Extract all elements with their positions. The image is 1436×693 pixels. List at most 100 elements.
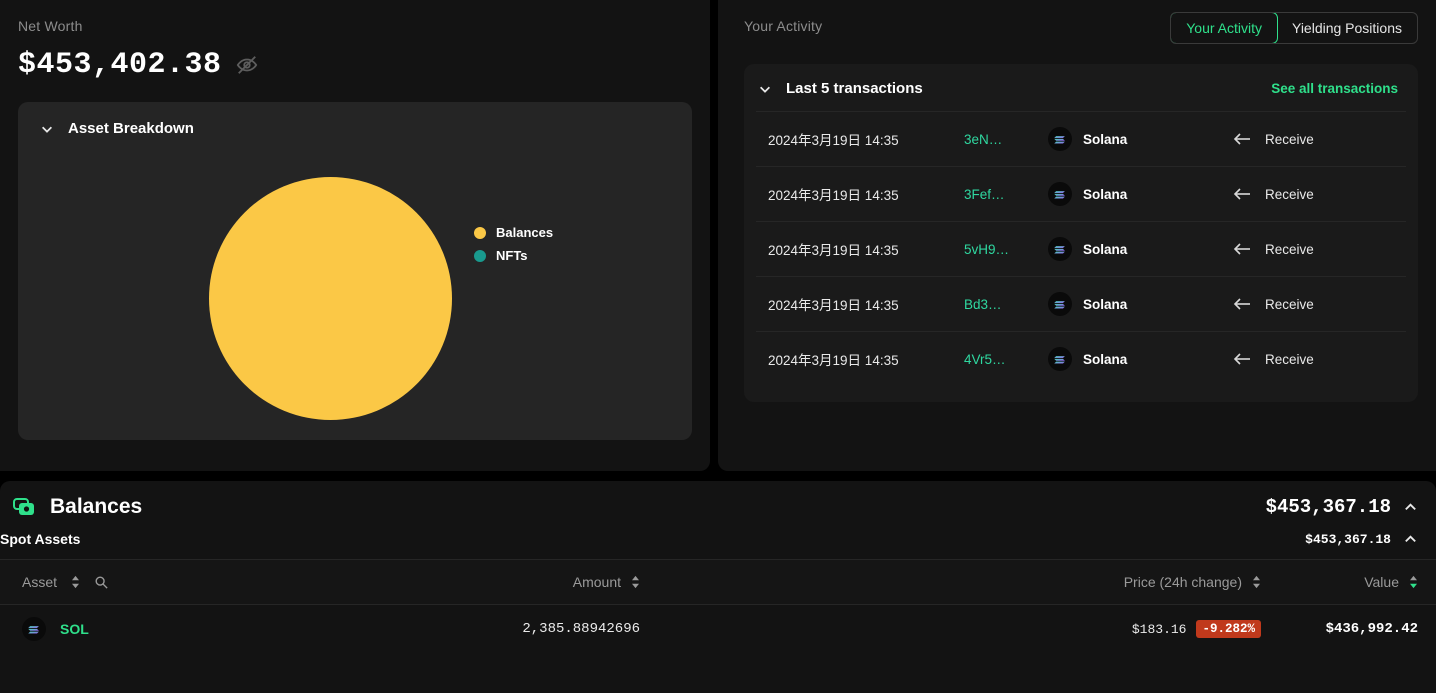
transaction-type-label: Receive (1265, 132, 1314, 147)
table-row[interactable]: SOL 2,385.88942696 $183.16 -9.282% $436,… (0, 605, 1436, 653)
solana-logo-icon (1048, 292, 1072, 316)
asset-cell: SOL (0, 617, 510, 641)
spot-assets-right: $453,367.18 (1305, 532, 1418, 547)
balances-header-left: Balances (12, 495, 142, 519)
activity-label: Your Activity (744, 18, 822, 34)
sort-icon[interactable] (631, 575, 640, 589)
column-asset-label: Asset (22, 574, 57, 590)
column-amount[interactable]: Amount (510, 574, 640, 590)
spot-assets-total: $453,367.18 (1305, 532, 1391, 547)
amount-cell: 2,385.88942696 (510, 621, 640, 637)
transaction-hash-link[interactable]: 4Vr5… (964, 352, 1048, 367)
transactions-header: Last 5 transactions See all transactions (744, 64, 1418, 111)
transaction-chain-name: Solana (1083, 297, 1127, 312)
solana-logo-icon (1048, 182, 1072, 206)
transactions-list: 2024年3月19日 14:35 3eN… Solana Receive 202… (756, 111, 1406, 386)
transaction-type: Receive (1233, 352, 1314, 367)
solana-logo-icon (1048, 127, 1072, 151)
transaction-type-label: Receive (1265, 352, 1314, 367)
legend-label: Balances (496, 225, 553, 240)
transaction-date: 2024年3月19日 14:35 (768, 129, 964, 149)
arrow-left-icon (1233, 352, 1251, 366)
transaction-hash-link[interactable]: Bd3… (964, 297, 1048, 312)
balances-table-body: SOL 2,385.88942696 $183.16 -9.282% $436,… (0, 605, 1436, 653)
money-stack-icon (12, 495, 36, 519)
transaction-date: 2024年3月19日 14:35 (768, 294, 964, 314)
price-cell: $183.16 -9.282% (640, 620, 1261, 638)
transaction-row[interactable]: 2024年3月19日 14:35 4Vr5… Solana Receive (756, 331, 1406, 386)
transaction-hash-link[interactable]: 3Fef… (964, 187, 1048, 202)
chevron-down-icon[interactable] (758, 82, 772, 96)
asset-breakdown-chart: Balances NFTs (191, 115, 671, 425)
asset-breakdown-card: Asset Breakdown Balances NFTs (18, 102, 692, 440)
transaction-type: Receive (1233, 297, 1314, 312)
balances-header: Balances $453,367.18 (0, 481, 1436, 519)
transaction-hash-link[interactable]: 5vH9… (964, 242, 1048, 257)
transaction-type: Receive (1233, 132, 1314, 147)
tab-yielding-positions[interactable]: Yielding Positions (1277, 13, 1417, 43)
transactions-header-left[interactable]: Last 5 transactions (758, 80, 923, 97)
net-worth-value: $453,402.38 (18, 48, 222, 82)
column-price[interactable]: Price (24h change) (640, 574, 1261, 590)
transaction-chain: Solana (1048, 292, 1233, 316)
transaction-chain-name: Solana (1083, 242, 1127, 257)
transaction-date: 2024年3月19日 14:35 (768, 239, 964, 259)
activity-header: Your Activity Your Activity Yielding Pos… (744, 18, 1418, 44)
balances-title: Balances (50, 495, 142, 519)
transaction-row[interactable]: 2024年3月19日 14:35 Bd3… Solana Receive (756, 276, 1406, 331)
transaction-type-label: Receive (1265, 187, 1314, 202)
transaction-type: Receive (1233, 242, 1314, 257)
spot-assets-row: Spot Assets $453,367.18 (0, 519, 1436, 547)
search-icon[interactable] (94, 575, 108, 589)
transaction-row[interactable]: 2024年3月19日 14:35 5vH9… Solana Receive (756, 221, 1406, 276)
balances-total: $453,367.18 (1266, 496, 1391, 518)
activity-tab-group: Your Activity Yielding Positions (1170, 12, 1418, 44)
net-worth-row: $453,402.38 (18, 48, 692, 82)
price-value: $183.16 (1132, 622, 1187, 637)
transaction-row[interactable]: 2024年3月19日 14:35 3eN… Solana Receive (756, 111, 1406, 166)
legend-color-swatch (474, 250, 486, 262)
asset-breakdown-title: Asset Breakdown (68, 120, 194, 137)
arrow-left-icon (1233, 297, 1251, 311)
transaction-date: 2024年3月19日 14:35 (768, 184, 964, 204)
eye-off-icon[interactable] (236, 54, 258, 76)
transaction-chain-name: Solana (1083, 352, 1127, 367)
pie-chart (209, 177, 452, 420)
sort-icon[interactable] (71, 575, 80, 589)
price-change-badge: -9.282% (1196, 620, 1261, 638)
sort-icon[interactable] (1252, 575, 1261, 589)
solana-logo-icon (1048, 347, 1072, 371)
column-price-label: Price (24h change) (1124, 574, 1242, 590)
transaction-chain: Solana (1048, 127, 1233, 151)
legend-color-swatch (474, 227, 486, 239)
see-all-transactions-link[interactable]: See all transactions (1271, 81, 1398, 96)
asset-symbol: SOL (60, 621, 89, 637)
chevron-up-icon[interactable] (1403, 500, 1418, 515)
legend-item-nfts: NFTs (474, 248, 553, 263)
net-worth-panel: Net Worth $453,402.38 Asset Breakdown (0, 0, 710, 471)
dashboard-top-area: Net Worth $453,402.38 Asset Breakdown (0, 0, 1436, 471)
chevron-down-icon[interactable] (40, 122, 54, 136)
transaction-row[interactable]: 2024年3月19日 14:35 3Fef… Solana Receive (756, 166, 1406, 221)
chevron-up-icon[interactable] (1403, 532, 1418, 547)
column-value[interactable]: Value (1261, 574, 1436, 590)
transactions-title: Last 5 transactions (786, 80, 923, 97)
activity-panel: Your Activity Your Activity Yielding Pos… (718, 0, 1436, 471)
arrow-left-icon (1233, 132, 1251, 146)
transactions-card: Last 5 transactions See all transactions… (744, 64, 1418, 402)
balances-header-right: $453,367.18 (1266, 496, 1418, 518)
solana-logo-icon (22, 617, 46, 641)
legend-item-balances: Balances (474, 225, 553, 240)
transaction-chain: Solana (1048, 182, 1233, 206)
column-amount-label: Amount (573, 574, 621, 590)
column-asset[interactable]: Asset (0, 574, 510, 590)
transaction-type: Receive (1233, 187, 1314, 202)
transaction-chain-name: Solana (1083, 187, 1127, 202)
sort-icon-active[interactable] (1409, 575, 1418, 589)
transaction-hash-link[interactable]: 3eN… (964, 132, 1048, 147)
transaction-type-label: Receive (1265, 242, 1314, 257)
net-worth-label: Net Worth (18, 18, 692, 34)
tab-your-activity[interactable]: Your Activity (1170, 12, 1278, 44)
spot-assets-label: Spot Assets (0, 531, 80, 547)
balances-table-header: Asset Amount Price (24h change) V (0, 559, 1436, 605)
